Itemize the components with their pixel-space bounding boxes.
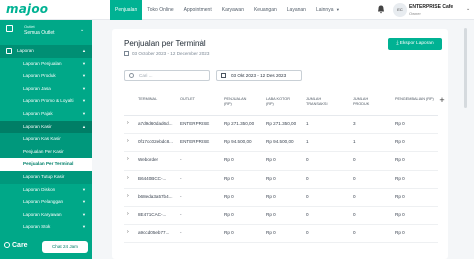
chevron-down-icon: ▼ (82, 224, 86, 230)
outlet-selector[interactable]: Outlet Semua Outlet ⌄ (6, 23, 86, 37)
scrollbar[interactable] (464, 20, 468, 259)
table-header: Terminal Outlet Penjualan (Rp) Laba Koto… (124, 91, 438, 116)
chevron-down-icon: ▼ (335, 7, 340, 12)
sidebar-item-laporan-jasa[interactable]: Laporan Jasa ▼ (0, 83, 92, 96)
nav-keuangan[interactable]: Keuangan (249, 0, 282, 20)
chevron-down-icon: ⌄ (80, 27, 85, 33)
chevron-right-icon[interactable]: › (127, 211, 129, 217)
sidebar-item-laporan-penjualan[interactable]: Laporan Penjualan ▼ (0, 58, 92, 71)
sidebar-item-penjualan-per-terminal[interactable]: Penjualan Per Terminal (0, 158, 92, 171)
sidebar-menu: Laporan ▲ Laporan Penjualan ▼ Laporan Prod… (0, 45, 92, 234)
nav-appointment[interactable]: Appointment (179, 0, 217, 20)
chevron-down-icon: ▼ (82, 85, 86, 91)
calendar-icon (221, 73, 226, 78)
chevron-down-icon: ▼ (82, 186, 86, 192)
chevron-down-icon: ▼ (82, 199, 86, 205)
chevron-up-icon: ▲ (82, 48, 86, 53)
chevron-right-icon[interactable]: › (127, 138, 129, 144)
table-row[interactable]: › b68eda3a57b4... - Rp 0 Rp 0 0 0 Rp 0 (124, 189, 438, 207)
app-logo[interactable]: majoo (6, 2, 48, 16)
date-picker[interactable]: 03 Okt 2023 - 12 Des 2023 (216, 70, 302, 81)
sidebar-item-laporan-promo[interactable]: Laporan Promo & Loyalti ▼ (0, 95, 92, 108)
care-logo: Care (4, 242, 28, 249)
outlet-label: Outlet (24, 24, 35, 29)
outlet-value: Semua Outlet (24, 30, 55, 36)
nav-layanan[interactable]: Layanan (282, 0, 311, 20)
sidebar-item-laporan-kas-kasir[interactable]: Laporan Kas Kasir (0, 133, 92, 146)
sidebar-item-laporan-kasir[interactable]: Laporan Kasir ▲ (0, 120, 92, 134)
sidebar: Outlet Semua Outlet ⌄ Laporan ▲ Laporan P… (0, 20, 92, 259)
table-row[interactable]: › a7d9d60dad6d... ENTERPRISE Rp 271.350,… (124, 116, 438, 135)
sidebar-item-laporan-stok[interactable]: Laporan Stok ▼ (0, 221, 92, 234)
chevron-down-icon: ▼ (82, 110, 86, 116)
export-button[interactable]: ⤓ Ekspor Laporan (388, 38, 442, 50)
column-header[interactable]: Terminal (138, 97, 157, 102)
chevron-down-icon: ▼ (82, 60, 86, 66)
nav-lainnya[interactable]: Lainnya ▼ (311, 0, 345, 20)
search-input[interactable]: Cari ... (124, 70, 210, 81)
sidebar-item-laporan-karyawan[interactable]: Laporan Karyawan ▼ (0, 209, 92, 222)
nav-toko-online[interactable]: Toko Online (142, 0, 178, 20)
table-row[interactable]: › 8E471CAC-... - Rp 0 Rp 0 0 0 Rp 0 (124, 207, 438, 226)
calendar-icon (124, 51, 129, 56)
report-table: Terminal Outlet Penjualan (Rp) Laba Koto… (124, 91, 438, 244)
column-header[interactable]: Jumlah Transaksi (306, 97, 332, 106)
care-icon (4, 242, 10, 248)
report-card: Penjualan per Terminal ☆ 03 October 2023… (112, 29, 448, 259)
column-header[interactable]: Jumlah Produk (353, 97, 375, 106)
table-row[interactable]: › B6440BCC-... - Rp 0 Rp 0 0 0 Rp 0 (124, 171, 438, 189)
top-bar: majoo Penjualan Toko Online Appointment … (0, 0, 474, 20)
add-column-icon[interactable]: + (437, 95, 447, 105)
column-header[interactable]: Pengembalian (Rp) (395, 97, 435, 102)
sidebar-item-laporan-tutup-kasir[interactable]: Laporan Tutup Kasir (0, 170, 92, 184)
chevron-down-icon[interactable]: ⌄ (466, 6, 470, 12)
date-range-label: 03 October 2023 - 12 December 2023 (124, 51, 209, 56)
account-name[interactable]: ENTERPRISE Cafe (409, 4, 453, 10)
column-header[interactable]: Laba Kotor (Rp) (266, 97, 298, 106)
sidebar-item-laporan-diskon[interactable]: Laporan Diskon ▼ (0, 184, 92, 197)
sidebar-item-laporan-pajak[interactable]: Laporan Pajak ▼ (0, 108, 92, 121)
table-row[interactable]: › a9ccd05eb77... - Rp 0 Rp 0 0 0 Rp 0 (124, 225, 438, 244)
chat-button[interactable]: Chat 24 Jam (42, 241, 88, 253)
sidebar-item-laporan-produk[interactable]: Laporan Produk ▼ (0, 70, 92, 83)
star-icon[interactable]: ☆ (198, 38, 205, 47)
store-icon (6, 25, 13, 32)
bell-icon[interactable] (377, 5, 385, 14)
chevron-right-icon[interactable]: › (127, 175, 129, 181)
scrollbar-thumb[interactable] (464, 28, 467, 108)
chevron-down-icon: ▼ (82, 73, 86, 79)
sidebar-item-laporan[interactable]: Laporan ▲ (0, 45, 92, 58)
chevron-up-icon: ▲ (82, 123, 86, 129)
report-icon (6, 48, 12, 54)
chevron-right-icon[interactable]: › (127, 156, 129, 162)
sidebar-item-laporan-pelanggan[interactable]: Laporan Pelanggan ▼ (0, 196, 92, 209)
chevron-right-icon[interactable]: › (127, 120, 129, 126)
page-title: Penjualan per Terminal (124, 39, 206, 48)
nav-penjualan[interactable]: Penjualan (110, 0, 143, 20)
top-nav: Penjualan Toko Online Appointment Karyaw… (110, 0, 345, 20)
chevron-down-icon: ▼ (82, 98, 86, 104)
chevron-right-icon[interactable]: › (127, 229, 129, 235)
chevron-right-icon[interactable]: › (127, 193, 129, 199)
column-header[interactable]: Penjualan (Rp) (224, 97, 254, 106)
avatar[interactable]: EC (393, 3, 407, 17)
chevron-down-icon: ▼ (82, 211, 86, 217)
search-icon (129, 73, 134, 78)
sidebar-item-penjualan-per-kasir[interactable]: Penjualan Per Kasir (0, 145, 92, 159)
table-row[interactable]: › Weborder - Rp 0 Rp 0 0 0 Rp 0 (124, 152, 438, 171)
column-header[interactable]: Outlet (180, 97, 195, 102)
table-row[interactable]: › 0f17cc02ebdc8... ENTERPRISE Rp 94.500,… (124, 134, 438, 153)
nav-karyawan[interactable]: Karyawan (217, 0, 249, 20)
account-role: Owner (409, 11, 421, 16)
